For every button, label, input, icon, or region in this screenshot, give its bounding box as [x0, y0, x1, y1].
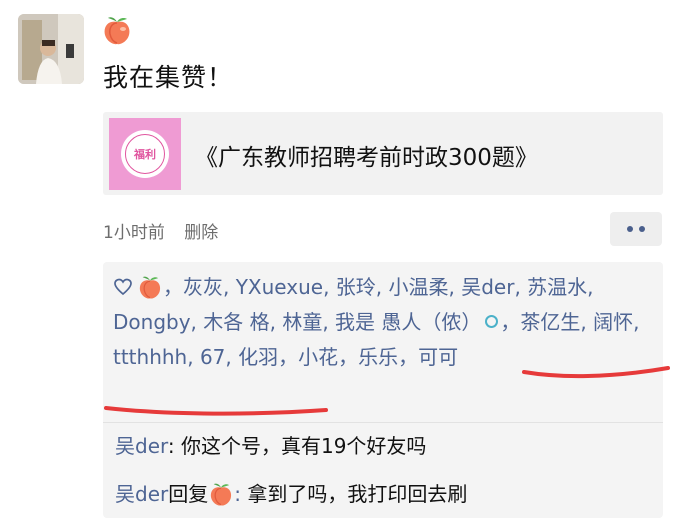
reply-word: 回复 [168, 482, 209, 506]
more-dots-icon [627, 226, 633, 232]
comment-author[interactable]: 吴der [115, 482, 168, 506]
post-text: 我在集赞！ [103, 63, 234, 92]
post-time: 1小时前 [103, 223, 165, 243]
comment-item[interactable]: 吴der回复 : 拿到了吗，我打印回去刷 [115, 478, 467, 507]
share-title: 《广东教师招聘考前时政300题》 [195, 145, 538, 171]
comment-item[interactable]: 吴der: 你这个号，真有19个好友吗 [115, 430, 426, 459]
circle-icon [485, 315, 499, 328]
peach-emoji[interactable] [208, 481, 234, 507]
comment-text: 拿到了吗，我打印回去刷 [247, 482, 468, 506]
interaction-panel: ，灰灰, YXuexue, 张玲, 小温柔, 吴der, 苏温水, Dongby… [103, 262, 663, 518]
seal-label: 福利 [125, 134, 165, 174]
share-thumbnail: 福利 [109, 118, 181, 190]
shared-link-card[interactable]: 福利 《广东教师招聘考前时政300题》 [103, 112, 663, 195]
heart-outline-icon [114, 278, 132, 296]
likes-list: ，灰灰, YXuexue, 张玲, 小温柔, 吴der, 苏温水, Dongby… [113, 270, 658, 375]
divider [103, 422, 663, 423]
more-button[interactable] [610, 212, 662, 246]
likes-separator: ， [163, 275, 183, 299]
peach-emoji [101, 14, 133, 46]
seal-badge: 福利 [121, 130, 169, 178]
post-meta: 1小时前 删除 [103, 218, 218, 243]
comment-separator: : [234, 482, 248, 506]
more-dots-icon [639, 226, 645, 232]
peach-emoji[interactable] [137, 274, 163, 300]
comment-text: 你这个号，真有19个好友吗 [180, 434, 427, 458]
comment-separator: : [167, 434, 181, 458]
comment-author[interactable]: 吴der [115, 434, 168, 458]
delete-link[interactable]: 删除 [184, 223, 218, 243]
person-photo-icon [18, 14, 84, 84]
avatar[interactable] [18, 14, 84, 84]
